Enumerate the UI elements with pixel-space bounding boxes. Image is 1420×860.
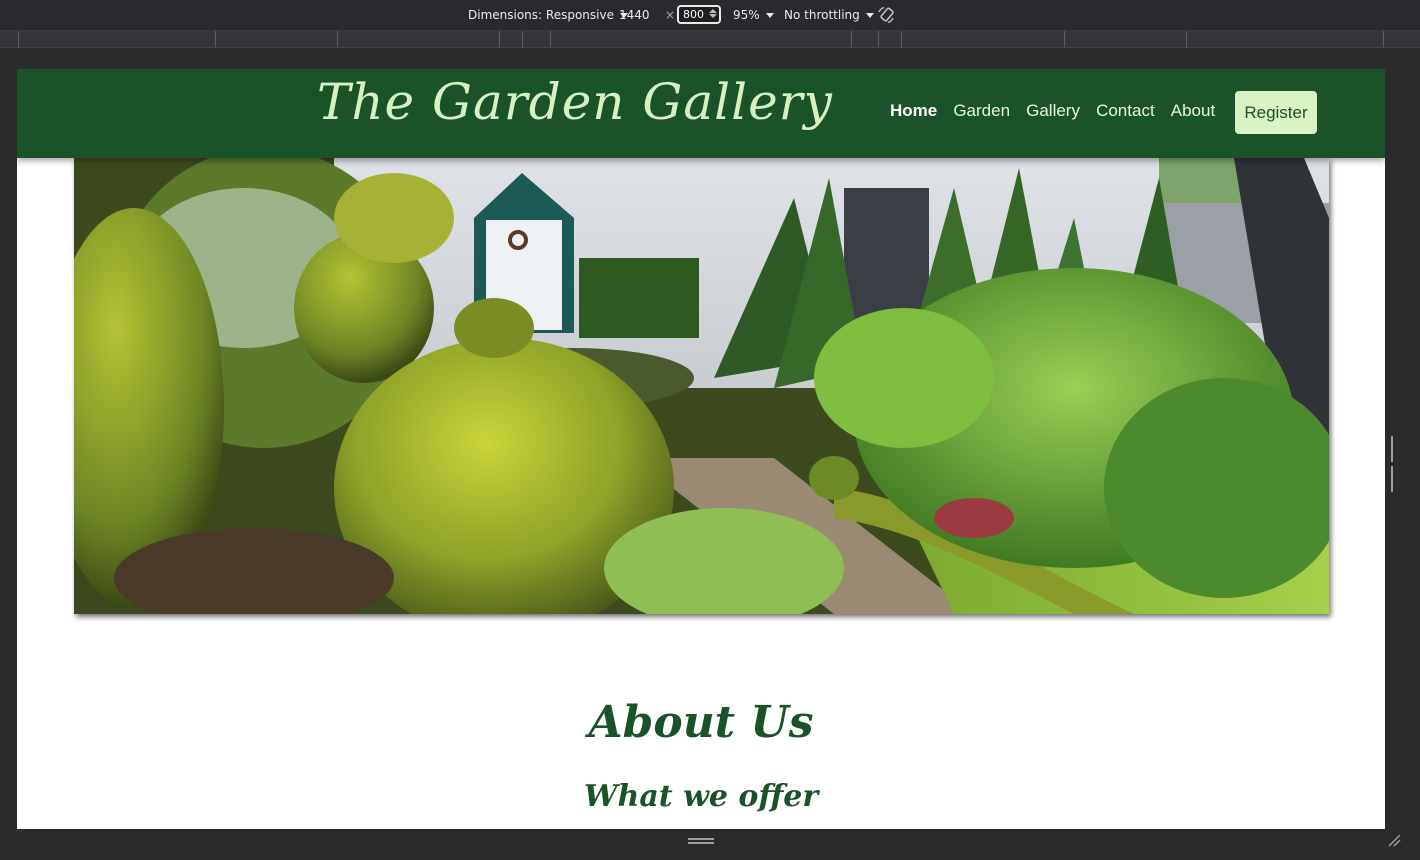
hero-image (74, 158, 1329, 614)
times-sign: × (665, 8, 676, 22)
zoom-dropdown[interactable]: 95% (733, 8, 774, 22)
nav-links: Home Garden Gallery Contact About (890, 101, 1226, 125)
nav-about[interactable]: About (1171, 101, 1215, 121)
nav-garden[interactable]: Garden (953, 101, 1010, 121)
bottom-resize-bar (0, 829, 1420, 860)
height-input[interactable]: 800 (677, 5, 721, 24)
nav-gallery[interactable]: Gallery (1026, 101, 1080, 121)
dimensions-dropdown[interactable]: Dimensions: Responsive (468, 8, 628, 22)
chevron-down-icon (865, 13, 874, 18)
throttling-dropdown[interactable]: No throttling (784, 8, 874, 22)
zoom-label: 95% (733, 8, 760, 22)
register-button[interactable]: Register (1235, 91, 1317, 134)
height-value: 800 (683, 8, 704, 21)
spinner-icon[interactable] (709, 8, 717, 21)
right-resize-handle[interactable] (1391, 436, 1397, 492)
garden-photo (74, 158, 1329, 614)
corner-resize-icon[interactable] (1387, 833, 1401, 847)
bottom-resize-handle[interactable] (688, 838, 714, 844)
dimensions-label: Dimensions: Responsive (468, 8, 614, 22)
site-logo[interactable]: The Garden Gallery (317, 73, 833, 131)
chevron-down-icon (765, 13, 774, 18)
width-input[interactable]: 1440 (619, 8, 650, 22)
throttling-label: No throttling (784, 8, 860, 22)
nav-contact[interactable]: Contact (1096, 101, 1155, 121)
about-heading: About Us (588, 697, 814, 748)
nav-home[interactable]: Home (890, 101, 937, 121)
rotate-icon[interactable] (877, 6, 895, 24)
about-subheading: What we offer (583, 779, 819, 814)
site-navbar: The Garden Gallery Home Garden Gallery C… (17, 69, 1385, 158)
media-query-bar[interactable] (0, 31, 1420, 48)
device-toolbar: Dimensions: Responsive 1440 × 800 95% No… (0, 0, 1420, 31)
page-viewport: The Garden Gallery Home Garden Gallery C… (17, 69, 1385, 829)
